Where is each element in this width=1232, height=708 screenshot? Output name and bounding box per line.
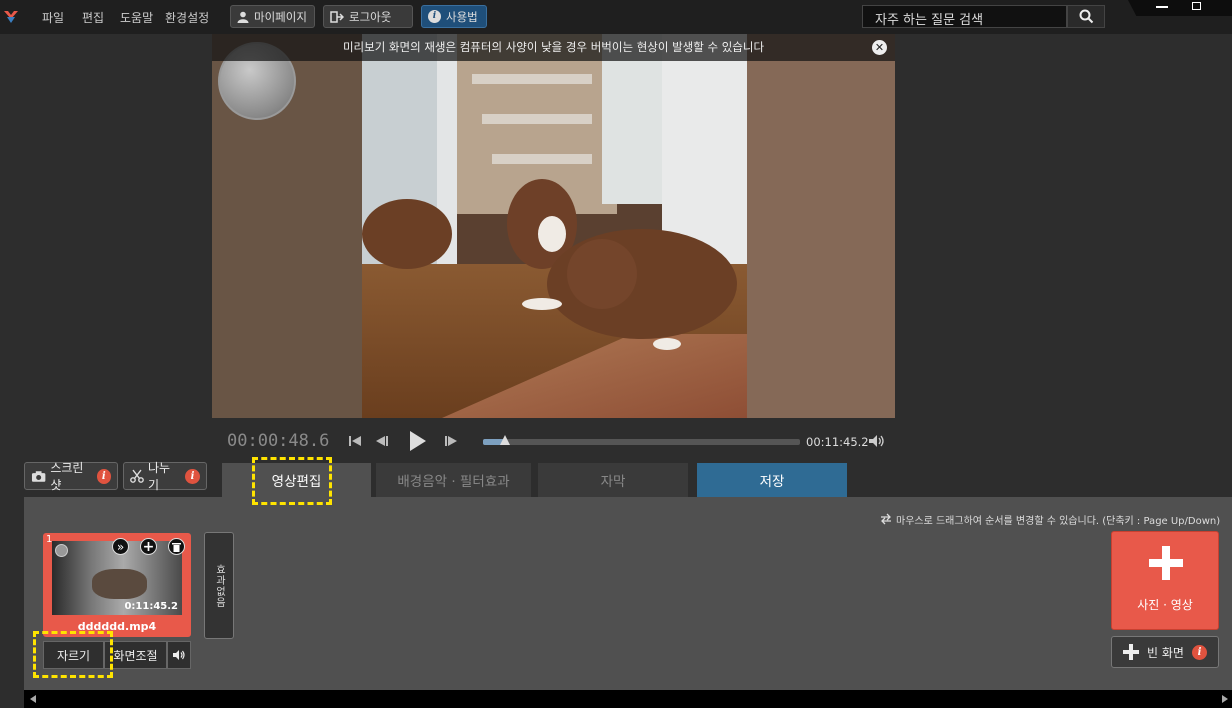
minimize-icon[interactable] [1156,6,1168,8]
reorder-hint: 마우스로 드래그하여 순서를 변경할 수 있습니다. (단축키 : Page U… [896,516,1221,527]
video-preview: 미리보기 화면의 재생은 컴퓨터의 사양이 낮을 경우 버벅이는 현상이 발생할… [212,34,895,418]
info-icon[interactable]: i [185,468,200,484]
clip-thumb-subject [92,569,147,599]
search-icon [1079,9,1093,24]
menu-edit[interactable]: 편집 [82,9,104,26]
volume-icon [173,650,185,660]
trash-icon[interactable] [168,538,185,555]
clip-thumb-overlay [55,544,68,557]
menu-file[interactable]: 파일 [42,9,64,26]
logout-label: 로그아웃 [349,9,392,24]
mypage-button[interactable]: 마이페이지 [230,5,315,28]
add-blank-screen-button[interactable]: 빈 화면 i [1111,636,1219,668]
camera-icon [31,470,46,482]
info-icon[interactable]: i [1191,644,1207,660]
step-back-icon[interactable] [373,433,391,449]
scroll-right-icon[interactable] [1222,695,1228,703]
tab-video-edit[interactable]: 영상편집 [222,463,371,497]
blank-screen-label: 빈 화면 [1147,645,1184,660]
tab-save[interactable]: 저장 [697,463,847,497]
speed-icon[interactable]: » [112,538,129,555]
close-icon[interactable]: ✕ [872,40,887,55]
preview-notice: 미리보기 화면의 재생은 컴퓨터의 사양이 낮을 경우 버벅이는 현상이 발생할… [212,34,895,61]
trash-glyph [172,543,181,552]
info-icon: i [428,10,441,23]
tab-subtitle[interactable]: 자막 [538,463,688,497]
menu-settings[interactable]: 환경설정 [165,9,209,26]
info-icon[interactable]: i [96,468,111,484]
total-duration: 00:11:45.2 [806,435,869,449]
skip-start-icon[interactable] [347,433,363,449]
search-button[interactable] [1067,5,1105,28]
screenshot-label: 스크린샷 [50,461,84,492]
screen-adjust-button[interactable]: 화면조절 [104,641,167,669]
horizontal-scrollbar[interactable] [24,690,1232,708]
clip-volume-button[interactable] [167,641,191,669]
add-icon[interactable]: + [140,538,157,555]
reorder-arrows-icon [881,513,891,525]
clip-filename: dddddd.mp4 [77,620,157,633]
howto-label: 사용법 [446,9,478,24]
add-media-button[interactable]: 사진 · 영상 [1111,531,1219,630]
plus-icon [1123,644,1140,660]
split-label: 나누기 [147,461,171,492]
preview-frame-image [212,34,895,418]
seek-bar[interactable] [483,435,800,445]
add-media-label: 사진 · 영상 [1137,598,1193,612]
tab-bgm-filter[interactable]: 배경음악 · 필터효과 [376,463,531,497]
transition-effect-button[interactable]: 효과없음 [204,532,234,639]
logout-icon [330,10,344,23]
mypage-label: 마이페이지 [254,9,307,24]
volume-icon[interactable] [868,434,886,448]
plus-icon [1149,546,1183,580]
step-forward-icon[interactable] [442,433,460,449]
screenshot-button[interactable]: 스크린샷 i [24,461,118,492]
maximize-icon[interactable] [1192,2,1201,10]
menu-help[interactable]: 도움말 [120,9,153,26]
user-icon [237,11,249,23]
clip-duration: 0:11:45.2 [124,601,178,612]
play-icon[interactable] [407,430,427,452]
top-bar: 파일 편집 도움말 환경설정 마이페이지 로그아웃 i 사용법 자주 하는 질문… [0,0,1232,34]
window-controls [1128,0,1232,16]
current-time: 00:00:48.6 [227,431,330,451]
app-logo-icon [4,11,18,23]
howto-button[interactable]: i 사용법 [421,5,487,28]
split-button[interactable]: 나누기 i [123,461,207,492]
scissors-icon [130,469,144,483]
faq-search-input[interactable]: 자주 하는 질문 검색 [862,5,1067,28]
scroll-left-icon[interactable] [30,695,36,703]
logout-button[interactable]: 로그아웃 [323,5,413,28]
trim-button[interactable]: 자르기 [43,641,104,669]
seek-thumb[interactable] [500,435,511,445]
